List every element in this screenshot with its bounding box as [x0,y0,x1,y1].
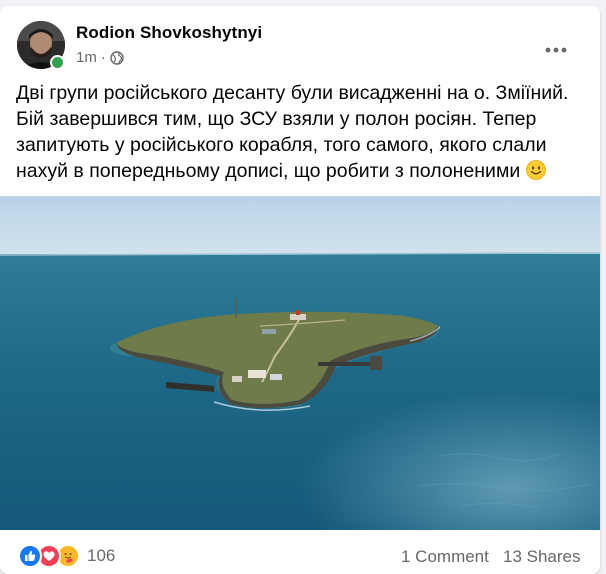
post-card: Rodion Shovkoshytnyi 1m · Дві групи росі… [0,6,600,574]
smiling-face-icon [525,160,546,180]
post-text-content: Дві групи російського десанту були висад… [16,82,569,182]
post-footer: 106 1 Comment 13 Shares [0,532,600,574]
like-icon [18,544,42,568]
shares-link[interactable]: 13 Shares [503,547,581,567]
more-options-button[interactable] [536,33,576,67]
post-text: Дві групи російського десанту були висад… [16,80,584,184]
author-name[interactable]: Rodion Shovkoshytnyi [76,23,262,43]
post-timestamp[interactable]: 1m [76,49,97,66]
post-meta: 1m · [76,49,124,66]
comments-link[interactable]: 1 Comment [401,547,489,567]
aerial-island-photo[interactable] [0,196,600,530]
more-options-icon [545,47,567,53]
reactions-summary[interactable]: 106 [18,544,115,568]
reaction-count: 106 [87,546,116,565]
online-status-dot [50,55,65,70]
globe-icon [110,50,124,65]
meta-separator: · [100,49,106,66]
post-header: Rodion Shovkoshytnyi 1m · [0,6,600,72]
